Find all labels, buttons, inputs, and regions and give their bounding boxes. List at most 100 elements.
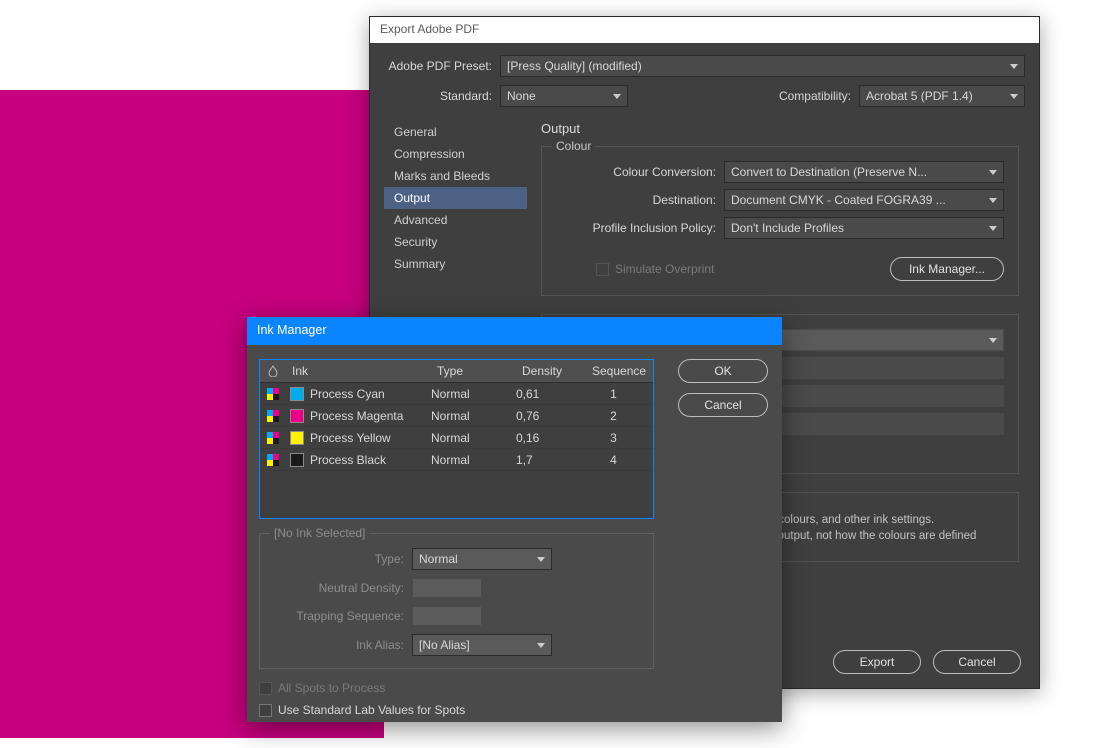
profile-policy-label: Profile Inclusion Policy: — [556, 221, 724, 235]
ink-swatch — [290, 387, 304, 401]
destination-value: Document CMYK - Coated FOGRA39 ... — [731, 193, 946, 207]
chevron-down-icon — [989, 338, 997, 343]
standard-value: None — [507, 89, 536, 103]
preset-label: Adobe PDF Preset: — [384, 59, 500, 73]
na-field-2: N/A — [750, 357, 1004, 379]
ink-type: Normal — [431, 387, 516, 401]
trapping-sequence-input[interactable] — [412, 606, 482, 626]
ink-density: 0,61 — [516, 387, 586, 401]
na-field-3: N/A — [750, 385, 1004, 407]
profile-policy-select[interactable]: Don't Include Profiles — [724, 217, 1004, 239]
ink-name: Process Magenta — [310, 409, 403, 423]
standard-select[interactable]: None — [500, 85, 628, 107]
ink-type: Normal — [431, 409, 516, 423]
export-button[interactable]: Export — [833, 650, 921, 674]
ink-density: 0,76 — [516, 409, 586, 423]
ink-row[interactable]: Process Black Normal1,74 — [260, 449, 653, 471]
neutral-density-input[interactable] — [412, 578, 482, 598]
ink-row[interactable]: Process Magenta Normal0,762 — [260, 405, 653, 427]
colour-conversion-value: Convert to Destination (Preserve N... — [731, 165, 927, 179]
ink-col-sequence[interactable]: Sequence — [586, 360, 651, 382]
ok-button[interactable]: OK — [678, 359, 768, 383]
cmyk-icon — [260, 410, 286, 422]
simulate-overprint-checkbox: Simulate Overprint — [596, 262, 714, 276]
preset-value: [Press Quality] (modified) — [507, 59, 642, 73]
colour-conversion-label: Colour Conversion: — [556, 165, 724, 179]
ink-detail-fieldset: [No Ink Selected] Type: Normal Neutral D… — [259, 533, 654, 669]
ink-col-type[interactable]: Type — [431, 360, 516, 382]
sidebar-item-output[interactable]: Output — [384, 187, 527, 209]
ink-name: Process Black — [310, 453, 386, 467]
ink-type-label: Type: — [272, 552, 412, 566]
sidebar-item-compression[interactable]: Compression — [384, 143, 527, 165]
section-title: Output — [541, 121, 1019, 136]
all-spots-checkbox: All Spots to Process — [259, 681, 770, 695]
neutral-density-label: Neutral Density: — [272, 581, 412, 595]
ink-sequence: 4 — [586, 453, 651, 467]
compat-select[interactable]: Acrobat 5 (PDF 1.4) — [859, 85, 1025, 107]
simulate-overprint-label: Simulate Overprint — [615, 262, 714, 276]
trapping-sequence-label: Trapping Sequence: — [272, 609, 412, 623]
destination-select[interactable]: Document CMYK - Coated FOGRA39 ... — [724, 189, 1004, 211]
ink-sequence: 2 — [586, 409, 651, 423]
sidebar-item-marks-and-bleeds[interactable]: Marks and Bleeds — [384, 165, 527, 187]
cancel-button[interactable]: Cancel — [933, 650, 1021, 674]
ink-name: Process Cyan — [310, 387, 385, 401]
chevron-down-icon — [989, 226, 997, 231]
ink-alias-value: [No Alias] — [419, 638, 470, 652]
ink-type-select[interactable]: Normal — [412, 548, 552, 570]
na-field-4: N/A — [750, 413, 1004, 435]
ink-density: 0,16 — [516, 431, 586, 445]
sidebar-item-advanced[interactable]: Advanced — [384, 209, 527, 231]
ink-density: 1,7 — [516, 453, 586, 467]
chevron-down-icon — [537, 643, 545, 648]
ink-col-density[interactable]: Density — [516, 360, 586, 382]
chevron-down-icon — [1010, 94, 1018, 99]
colour-fieldset: Colour Colour Conversion: Convert to Des… — [541, 146, 1019, 296]
ink-detail-legend: [No Ink Selected] — [270, 526, 369, 540]
sidebar-item-summary[interactable]: Summary — [384, 253, 527, 275]
ink-manager-dialog: Ink Manager Ink Type Density Sequence Pr… — [247, 317, 782, 722]
colour-conversion-select[interactable]: Convert to Destination (Preserve N... — [724, 161, 1004, 183]
ink-sequence: 1 — [586, 387, 651, 401]
ink-type: Normal — [431, 431, 516, 445]
preset-select[interactable]: [Press Quality] (modified) — [500, 55, 1025, 77]
ink-type: Normal — [431, 453, 516, 467]
ink-row[interactable]: Process Yellow Normal0,163 — [260, 427, 653, 449]
export-dialog-title: Export Adobe PDF — [370, 17, 1039, 43]
ink-alias-select[interactable]: [No Alias] — [412, 634, 552, 656]
ink-name: Process Yellow — [310, 431, 391, 445]
destination-label: Destination: — [556, 193, 724, 207]
na-select-1: N/A — [750, 329, 1004, 351]
ink-swatch — [290, 431, 304, 445]
sidebar-item-general[interactable]: General — [384, 121, 527, 143]
chevron-down-icon — [613, 94, 621, 99]
ink-row[interactable]: Process Cyan Normal0,611 — [260, 383, 653, 405]
ink-manager-title: Ink Manager — [247, 317, 782, 345]
ink-type-value: Normal — [419, 552, 458, 566]
standard-label: Standard: — [384, 89, 500, 103]
chevron-down-icon — [1010, 64, 1018, 69]
compat-value: Acrobat 5 (PDF 1.4) — [866, 89, 973, 103]
sidebar-item-security[interactable]: Security — [384, 231, 527, 253]
chevron-down-icon — [537, 557, 545, 562]
ink-type-header-icon[interactable] — [260, 361, 286, 381]
profile-policy-value: Don't Include Profiles — [731, 221, 844, 235]
chevron-down-icon — [989, 198, 997, 203]
ink-sequence: 3 — [586, 431, 651, 445]
all-spots-label: All Spots to Process — [278, 681, 385, 695]
ink-alias-label: Ink Alias: — [272, 638, 412, 652]
ink-swatch — [290, 409, 304, 423]
colour-legend: Colour — [552, 139, 595, 153]
ink-manager-button[interactable]: Ink Manager... — [890, 257, 1004, 281]
cmyk-icon — [260, 432, 286, 444]
chevron-down-icon — [989, 170, 997, 175]
cmyk-icon — [260, 388, 286, 400]
cmyk-icon — [260, 454, 286, 466]
ink-table: Ink Type Density Sequence Process Cyan No… — [259, 359, 654, 519]
ink-cancel-button[interactable]: Cancel — [678, 393, 768, 417]
lab-values-label: Use Standard Lab Values for Spots — [278, 703, 465, 717]
ink-swatch — [290, 453, 304, 467]
lab-values-checkbox[interactable]: Use Standard Lab Values for Spots — [259, 703, 770, 717]
ink-col-ink[interactable]: Ink — [286, 360, 431, 382]
